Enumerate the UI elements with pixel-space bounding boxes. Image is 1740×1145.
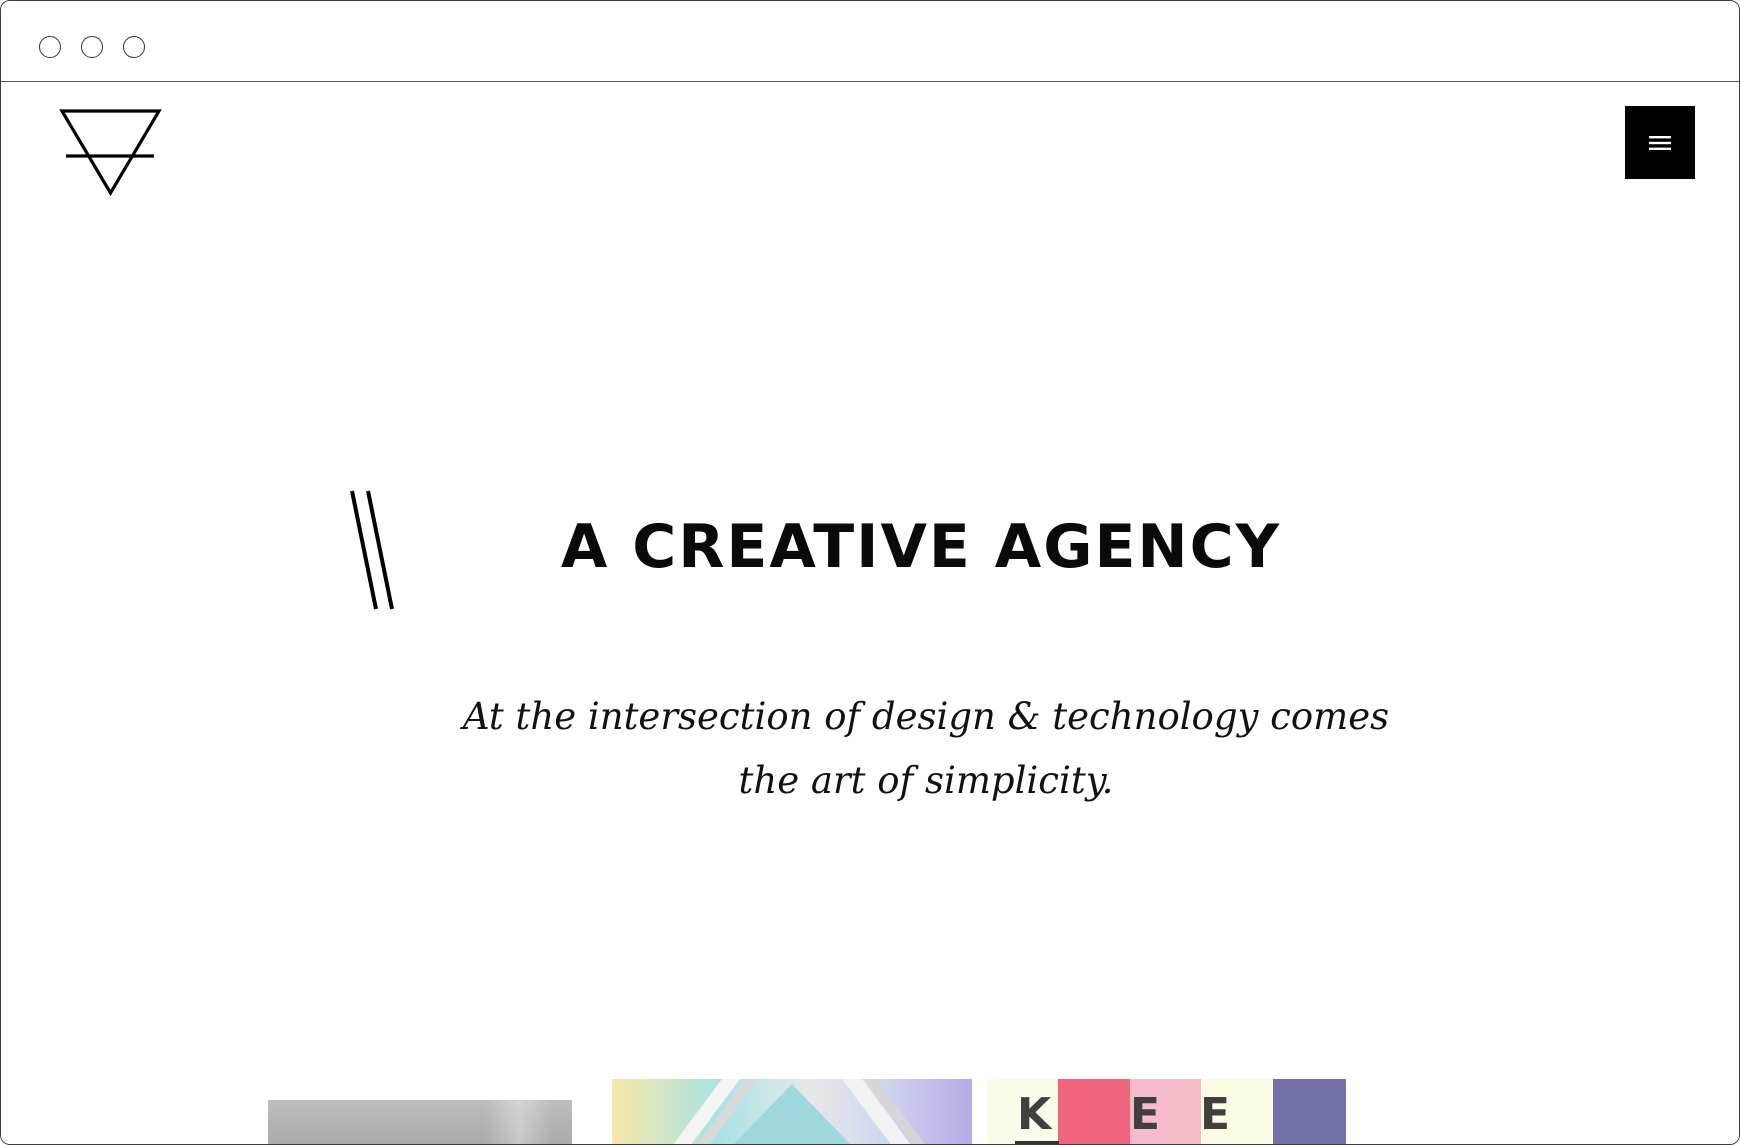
hero-subtitle: At the intersection of design & technolo… bbox=[461, 685, 1391, 813]
hero-title: A CREATIVE AGENCY bbox=[560, 512, 1282, 582]
window-minimize-button[interactable] bbox=[81, 36, 103, 58]
hero-subtitle-line-2: the art of simplicity. bbox=[738, 759, 1114, 802]
portfolio-thumbnail-kee[interactable]: K E E bbox=[986, 1079, 1346, 1144]
kee-underline bbox=[1015, 1141, 1059, 1144]
window-maximize-button[interactable] bbox=[123, 36, 145, 58]
browser-window: A CREATIVE AGENCY At the intersection of… bbox=[0, 0, 1740, 1145]
kee-letter-e1: E bbox=[1130, 1089, 1161, 1140]
thumbnail-sheen bbox=[484, 1100, 554, 1144]
hamburger-menu-icon bbox=[1649, 135, 1671, 150]
kee-block-red bbox=[1058, 1079, 1130, 1144]
hero-subtitle-line-1: At the intersection of design & technolo… bbox=[462, 695, 1390, 738]
portfolio-thumbnail-grey-photo[interactable] bbox=[268, 1100, 572, 1144]
browser-titlebar bbox=[1, 1, 1739, 82]
kee-letter-e2: E bbox=[1200, 1089, 1231, 1140]
kee-block-purple bbox=[1273, 1079, 1346, 1144]
kee-letter-k: K bbox=[1017, 1089, 1052, 1140]
pastel-geometric-art bbox=[673, 1079, 925, 1144]
page-content: A CREATIVE AGENCY At the intersection of… bbox=[1, 83, 1739, 1144]
menu-button[interactable] bbox=[1625, 106, 1695, 179]
double-slash-icon bbox=[350, 490, 394, 610]
portfolio-thumbnail-pastel-geometric[interactable] bbox=[612, 1079, 972, 1144]
window-close-button[interactable] bbox=[39, 36, 61, 58]
logo-icon[interactable] bbox=[59, 107, 163, 197]
